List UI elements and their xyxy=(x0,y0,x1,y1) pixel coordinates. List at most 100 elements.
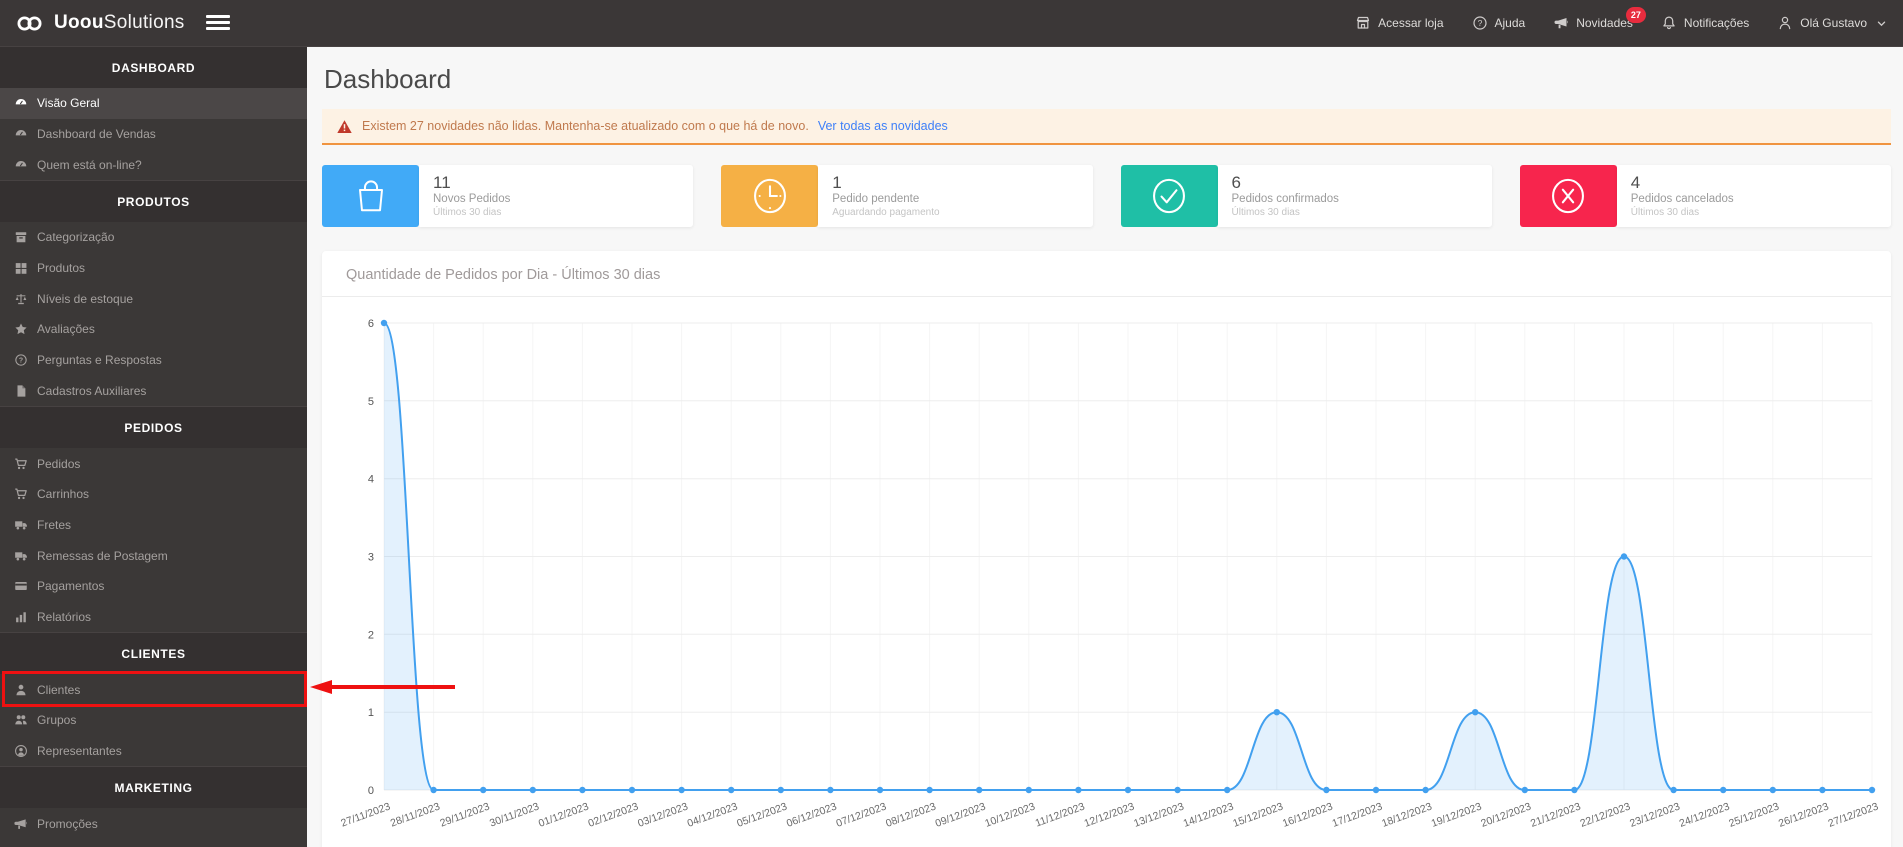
app-logo[interactable]: UoouSolutions xyxy=(0,12,185,34)
sidebar-item-label: Clientes xyxy=(37,682,81,697)
sidebar-item-remessas-de-postagem[interactable]: Remessas de Postagem xyxy=(0,540,307,571)
svg-text:17/12/2023: 17/12/2023 xyxy=(1331,800,1385,829)
stat-card-pedidos-confirmados: 6 Pedidos confirmados Últimos 30 dias xyxy=(1120,165,1492,227)
svg-text:27/12/2023: 27/12/2023 xyxy=(1827,800,1879,829)
main-content: Dashboard Existem 27 novidades não lidas… xyxy=(307,46,1903,847)
topbar-item-novidades[interactable]: Novidades 27 xyxy=(1553,7,1646,31)
sidebar-item-fretes[interactable]: Fretes xyxy=(0,510,307,541)
topbar-item-label: Novidades xyxy=(1576,16,1633,30)
stat-card-pedido-pendente: 1 Pedido pendente Aguardando pagamento xyxy=(721,165,1093,227)
svg-text:1: 1 xyxy=(368,707,374,719)
topbar: UoouSolutions Acessar loja ? Ajuda Novidade… xyxy=(0,0,1903,47)
svg-text:07/12/2023: 07/12/2023 xyxy=(835,800,889,829)
file-icon xyxy=(13,384,28,398)
sidebar-item-carrinhos[interactable]: Carrinhos xyxy=(0,479,307,510)
sidebar-section-marketing: MARKETING xyxy=(0,766,307,809)
stat-value: 11 xyxy=(433,172,451,192)
topbar-item-ola-gustavo[interactable]: Olá Gustavo xyxy=(1777,15,1887,31)
svg-text:06/12/2023: 06/12/2023 xyxy=(785,800,839,829)
stats-row: 11 Novos Pedidos Últimos 30 dias 1 Pedido pe… xyxy=(322,165,1891,227)
topbar-item-notificacoes[interactable]: Notificações xyxy=(1661,15,1749,31)
topbar-item-label: Acessar loja xyxy=(1378,16,1444,30)
sidebar-item-label: Cadastros Auxiliares xyxy=(37,383,147,398)
sidebar-item-visao-geral[interactable]: Visão Geral xyxy=(0,88,307,119)
svg-text:23/12/2023: 23/12/2023 xyxy=(1628,800,1682,829)
menu-toggle-button[interactable] xyxy=(206,15,230,33)
scale-icon xyxy=(13,292,28,306)
svg-text:2: 2 xyxy=(368,629,374,641)
svg-text:21/12/2023: 21/12/2023 xyxy=(1529,800,1583,829)
sidebar-item-representantes[interactable]: Representantes xyxy=(0,736,307,767)
megaphone-icon xyxy=(1553,15,1569,31)
sidebar-item-label: Pedidos xyxy=(37,456,81,471)
svg-text:08/12/2023: 08/12/2023 xyxy=(884,800,938,829)
svg-text:11/12/2023: 11/12/2023 xyxy=(1034,800,1087,829)
svg-text:09/12/2023: 09/12/2023 xyxy=(934,800,988,829)
sidebar-item-avaliacoes[interactable]: Avaliações xyxy=(0,314,307,345)
sidebar-item-label: Grupos xyxy=(37,713,77,728)
svg-text:25/12/2023: 25/12/2023 xyxy=(1727,800,1781,829)
people-icon xyxy=(13,713,28,727)
sidebar-item-produtos[interactable]: Produtos xyxy=(0,253,307,284)
topbar-item-label: Olá Gustavo xyxy=(1800,16,1867,30)
topbar-item-label: Ajuda xyxy=(1494,16,1526,30)
svg-text:18/12/2023: 18/12/2023 xyxy=(1380,800,1434,829)
topbar-item-label: Notificações xyxy=(1683,16,1750,30)
sidebar-item-label: Carrinhos xyxy=(37,487,90,502)
question-icon: ? xyxy=(13,353,28,367)
storefront-icon xyxy=(1355,15,1371,31)
svg-text:15/12/2023: 15/12/2023 xyxy=(1231,800,1285,829)
sidebar-item-quem-esta-on-line[interactable]: Quem está on-line? xyxy=(0,149,307,180)
topbar-item-ajuda[interactable]: ? Ajuda xyxy=(1472,15,1526,31)
gauge-icon xyxy=(13,127,28,141)
alert-text: Existem 27 novidades não lidas. Mantenha… xyxy=(362,119,809,133)
sidebar-item-label: Perguntas e Respostas xyxy=(37,353,162,368)
sidebar-item-label: Representantes xyxy=(37,744,122,759)
grid-icon xyxy=(13,261,28,275)
stat-sublabel: Aguardando pagamento xyxy=(832,207,940,219)
sidebar-item-promocoes[interactable]: Promoções xyxy=(0,808,307,839)
cart-icon xyxy=(13,457,28,471)
truck-icon xyxy=(13,549,28,563)
stat-card-pedidos-cancelados: 4 Pedidos cancelados Últimos 30 dias xyxy=(1519,165,1891,227)
sidebar-item-niveis-de-estoque[interactable]: Níveis de estoque xyxy=(0,283,307,314)
sidebar-item-pedidos[interactable]: Pedidos xyxy=(0,448,307,479)
sidebar-item-categorizacao[interactable]: Categorização xyxy=(0,222,307,253)
stat-sublabel: Últimos 30 dias xyxy=(1231,207,1300,219)
sidebar-section-pedidos: PEDIDOS xyxy=(0,406,307,449)
star-icon xyxy=(13,322,28,336)
svg-text:16/12/2023: 16/12/2023 xyxy=(1281,800,1335,829)
sidebar-item-pagamentos[interactable]: Pagamentos xyxy=(0,571,307,602)
stat-label: Novos Pedidos xyxy=(433,193,511,206)
svg-text:10/12/2023: 10/12/2023 xyxy=(983,800,1037,829)
svg-text:30/11/2023: 30/11/2023 xyxy=(488,800,541,829)
svg-text:05/12/2023: 05/12/2023 xyxy=(735,800,789,829)
topbar-menu: Acessar loja ? Ajuda Novidades 27 Notificaçõe… xyxy=(1355,0,1887,46)
warning-icon xyxy=(336,119,353,134)
person-circle-icon xyxy=(13,744,28,758)
sidebar-item-dashboard-de-vendas[interactable]: Dashboard de Vendas xyxy=(0,119,307,150)
sidebar-item-cadastros-auxiliares[interactable]: Cadastros Auxiliares xyxy=(0,376,307,407)
svg-text:0: 0 xyxy=(368,785,374,797)
sidebar-item-clientes[interactable]: Clientes xyxy=(0,674,307,705)
sidebar-item-label: Promoções xyxy=(37,816,98,831)
sidebar-item-label: Dashboard de Vendas xyxy=(37,127,156,142)
svg-text:19/12/2023: 19/12/2023 xyxy=(1430,800,1484,829)
svg-text:6: 6 xyxy=(368,318,374,330)
stat-value: 6 xyxy=(1231,172,1241,192)
svg-text:4: 4 xyxy=(368,474,374,486)
sidebar-item-label: Produtos xyxy=(37,261,86,276)
stat-sublabel: Últimos 30 dias xyxy=(1630,207,1700,219)
page-title: Dashboard xyxy=(324,64,452,94)
sidebar-item-relatorios[interactable]: Relatórios xyxy=(0,602,307,633)
sidebar-item-label: Níveis de estoque xyxy=(37,291,134,306)
topbar-item-acessar-loja[interactable]: Acessar loja xyxy=(1355,15,1444,31)
ver-todas-novidades-link[interactable]: Ver todas as novidades xyxy=(818,119,948,133)
sidebar-item-grupos[interactable]: Grupos xyxy=(0,705,307,736)
stat-label: Pedido pendente xyxy=(832,193,920,206)
svg-text:3: 3 xyxy=(368,552,374,564)
sidebar-item-label: Quem está on-line? xyxy=(37,157,142,172)
chart-bar-icon xyxy=(13,610,28,624)
sidebar-item-perguntas-e-respostas[interactable]: ? Perguntas e Respostas xyxy=(0,345,307,376)
sidebar: DASHBOARD Visão Geral Dashboard de Vendas Q… xyxy=(0,46,307,847)
